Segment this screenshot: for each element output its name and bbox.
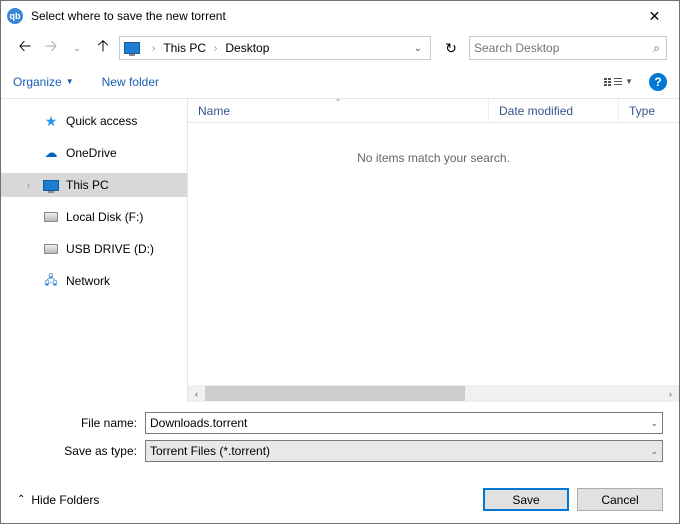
close-button[interactable]: ✕ — [632, 2, 677, 30]
dropdown-icon: ▼ — [66, 77, 74, 86]
window-title: Select where to save the new torrent — [31, 9, 632, 23]
sidebar: ★ Quick access ☁ OneDrive › This PC Loca… — [1, 99, 187, 402]
search-box[interactable]: ⌕ — [469, 36, 667, 60]
sidebar-label: USB DRIVE (D:) — [66, 242, 154, 256]
dropdown-icon: ▼ — [625, 77, 633, 86]
scroll-track[interactable] — [205, 385, 662, 402]
list-view-icon — [604, 78, 611, 86]
horizontal-scrollbar[interactable]: ‹ › — [188, 385, 679, 402]
filetype-label: Save as type: — [17, 444, 145, 458]
chevron-right-icon: › — [214, 43, 217, 54]
sidebar-label: Local Disk (F:) — [66, 210, 143, 224]
organize-label: Organize — [13, 75, 62, 89]
pc-icon — [43, 180, 59, 191]
search-input[interactable] — [474, 41, 651, 55]
file-area: ⌃ Name Date modified Type No items match… — [187, 99, 679, 402]
bottom-panel: File name: Downloads.torrent ⌄ Save as t… — [1, 402, 679, 474]
save-button[interactable]: Save — [483, 488, 569, 511]
search-icon[interactable]: ⌕ — [651, 41, 662, 56]
up-button[interactable]: 🡡 — [91, 36, 115, 60]
new-folder-button[interactable]: New folder — [102, 75, 159, 89]
chevron-right-icon[interactable]: › — [27, 180, 30, 190]
pc-icon — [124, 42, 140, 54]
back-button[interactable]: 🡠 — [13, 36, 37, 60]
body: ★ Quick access ☁ OneDrive › This PC Loca… — [1, 99, 679, 402]
navbar: 🡠 🡢 ⌄ 🡡 › This PC › Desktop ⌄ ↻ ⌕ — [1, 31, 679, 65]
filetype-value: Torrent Files (*.torrent) — [150, 444, 270, 458]
column-type[interactable]: Type — [619, 99, 679, 122]
hide-folders-label: Hide Folders — [31, 493, 99, 507]
empty-state: No items match your search. — [188, 123, 679, 385]
refresh-button[interactable]: ↻ — [439, 36, 463, 60]
organize-menu[interactable]: Organize ▼ — [13, 75, 74, 89]
cancel-button[interactable]: Cancel — [577, 488, 663, 511]
forward-button: 🡢 — [39, 36, 63, 60]
titlebar: qb Select where to save the new torrent … — [1, 1, 679, 31]
sidebar-item-network[interactable]: 🖧 Network — [1, 269, 187, 293]
sidebar-label: This PC — [66, 178, 109, 192]
scroll-thumb[interactable] — [205, 386, 465, 401]
crumb-desktop[interactable]: Desktop — [223, 41, 271, 55]
sidebar-item-onedrive[interactable]: ☁ OneDrive — [1, 141, 187, 165]
filename-value[interactable]: Downloads.torrent — [150, 416, 247, 430]
disk-icon — [44, 212, 58, 222]
sidebar-label: Network — [66, 274, 110, 288]
sidebar-item-usb-drive[interactable]: USB DRIVE (D:) — [1, 237, 187, 261]
filename-label: File name: — [17, 416, 145, 430]
column-headers: ⌃ Name Date modified Type — [188, 99, 679, 123]
sidebar-label: OneDrive — [66, 146, 117, 160]
scroll-left-button[interactable]: ‹ — [188, 385, 205, 402]
sort-indicator-icon: ⌃ — [335, 98, 342, 107]
chevron-right-icon: › — [152, 43, 155, 54]
star-icon: ★ — [43, 113, 59, 129]
column-date[interactable]: Date modified — [489, 99, 619, 122]
sidebar-item-local-disk[interactable]: Local Disk (F:) — [1, 205, 187, 229]
cloud-icon: ☁ — [43, 145, 59, 161]
recent-locations-button[interactable]: ⌄ — [65, 36, 89, 60]
column-name[interactable]: ⌃ Name — [188, 99, 489, 122]
sidebar-label: Quick access — [66, 114, 137, 128]
crumb-this-pc[interactable]: This PC — [161, 41, 208, 55]
sidebar-item-quick-access[interactable]: ★ Quick access — [1, 109, 187, 133]
hide-folders-button[interactable]: ⌃ Hide Folders — [17, 493, 99, 507]
help-button[interactable]: ? — [649, 73, 667, 91]
view-options-button[interactable]: ▼ — [604, 77, 633, 86]
chevron-up-icon: ⌃ — [17, 494, 25, 505]
save-dialog: qb Select where to save the new torrent … — [0, 0, 680, 524]
breadcrumb[interactable]: › This PC › Desktop ⌄ — [119, 36, 431, 60]
usb-icon — [44, 244, 58, 254]
col-label: Date modified — [499, 104, 573, 118]
dropdown-icon[interactable]: ⌄ — [644, 418, 658, 429]
footer: ⌃ Hide Folders Save Cancel — [1, 474, 679, 523]
dropdown-icon[interactable]: ⌄ — [644, 446, 658, 457]
app-icon: qb — [7, 8, 23, 24]
toolbar: Organize ▼ New folder ▼ ? — [1, 65, 679, 99]
breadcrumb-dropdown[interactable]: ⌄ — [408, 43, 428, 54]
col-label: Type — [629, 104, 655, 118]
col-label: Name — [198, 104, 230, 118]
network-icon: 🖧 — [43, 273, 59, 289]
sidebar-item-this-pc[interactable]: › This PC — [1, 173, 187, 197]
scroll-right-button[interactable]: › — [662, 385, 679, 402]
filetype-combo[interactable]: Torrent Files (*.torrent) ⌄ — [145, 440, 663, 462]
filename-combo[interactable]: Downloads.torrent ⌄ — [145, 412, 663, 434]
